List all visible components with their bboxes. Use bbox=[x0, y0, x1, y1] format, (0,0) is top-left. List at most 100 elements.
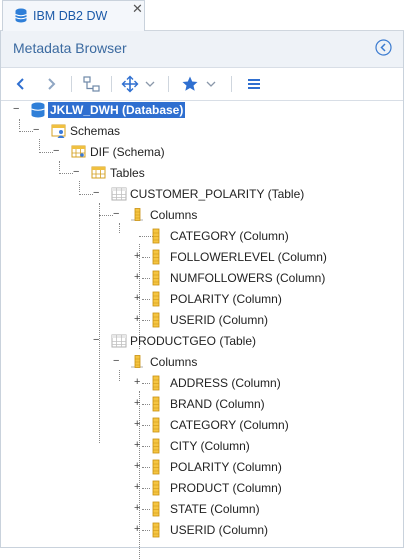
column-label: USERID (Column) bbox=[170, 523, 269, 537]
toolbar bbox=[1, 67, 403, 101]
toolbar-separator bbox=[168, 76, 169, 92]
close-icon[interactable]: ✕ bbox=[132, 2, 143, 16]
tree-node-column[interactable]: + POLARITY (Column) bbox=[1, 458, 403, 476]
column-label: POLARITY (Column) bbox=[170, 460, 282, 474]
column-label: BRAND (Column) bbox=[170, 397, 265, 411]
tree-connector bbox=[142, 404, 150, 405]
collapse-panel-icon[interactable] bbox=[375, 39, 392, 56]
column-icon bbox=[152, 270, 160, 286]
expand-toggle-icon[interactable]: + bbox=[134, 418, 140, 430]
tree-connector bbox=[142, 425, 150, 426]
tree-connector bbox=[79, 194, 93, 195]
hierarchy-icon[interactable] bbox=[83, 75, 101, 93]
expand-toggle-icon[interactable]: + bbox=[134, 460, 140, 472]
column-label: POLARITY (Column) bbox=[170, 292, 282, 306]
schema-label: DIF (Schema) bbox=[90, 145, 165, 159]
collapse-toggle-icon[interactable]: − bbox=[53, 145, 59, 157]
tree-node-tables[interactable]: − Tables bbox=[1, 164, 403, 182]
column-label: CITY (Column) bbox=[170, 439, 250, 453]
toolbar-separator bbox=[71, 76, 72, 92]
table-icon bbox=[111, 334, 127, 348]
collapse-toggle-icon[interactable]: − bbox=[13, 103, 19, 115]
table-label: PRODUCTGEO (Table) bbox=[130, 334, 257, 348]
collapse-toggle-icon[interactable]: − bbox=[113, 355, 119, 367]
database-icon bbox=[31, 102, 45, 118]
column-label: NUMFOLLOWERS (Column) bbox=[170, 271, 326, 285]
tree-connector bbox=[19, 131, 33, 132]
tree-node-column[interactable]: + POLARITY (Column) bbox=[1, 290, 403, 308]
columns-label: Columns bbox=[150, 355, 198, 369]
tables-folder-icon bbox=[91, 166, 106, 179]
expand-toggle-icon[interactable]: + bbox=[134, 292, 140, 304]
table-label: CUSTOMER_POLARITY (Table) bbox=[130, 187, 305, 201]
tree-node-column[interactable]: + STATE (Column) bbox=[1, 500, 403, 518]
tree-node-schema[interactable]: − DIF (Schema) bbox=[1, 143, 403, 161]
tree-connector bbox=[142, 530, 150, 531]
tree-node-column[interactable]: + BRAND (Column) bbox=[1, 395, 403, 413]
tree-node-column[interactable]: + FOLLOWERLEVEL (Column) bbox=[1, 248, 403, 266]
move-icon[interactable] bbox=[121, 75, 139, 93]
chevron-down-icon[interactable] bbox=[206, 75, 216, 93]
column-label: USERID (Column) bbox=[170, 313, 269, 327]
panel-title: Metadata Browser bbox=[13, 40, 127, 56]
expand-toggle-icon[interactable]: + bbox=[134, 481, 140, 493]
expand-toggle-icon[interactable]: + bbox=[134, 502, 140, 514]
column-label: PRODUCT (Column) bbox=[170, 481, 282, 495]
star-icon[interactable] bbox=[181, 75, 199, 93]
tree-node-table[interactable]: − CUSTOMER_POLARITY (Table) bbox=[1, 185, 403, 203]
collapse-toggle-icon[interactable]: − bbox=[33, 124, 39, 136]
menu-icon[interactable] bbox=[247, 75, 261, 93]
database-label: JKLW_DWH (Database) bbox=[48, 102, 186, 118]
expand-toggle-icon[interactable]: + bbox=[134, 376, 140, 388]
metadata-tree: − JKLW_DWH (Database) − Schemas − DIF (S… bbox=[1, 101, 403, 559]
columns-folder-icon bbox=[131, 208, 143, 221]
column-icon bbox=[152, 438, 160, 454]
tree-node-columns[interactable]: − Columns bbox=[1, 206, 403, 224]
database-icon bbox=[15, 8, 27, 23]
tree-node-column[interactable]: + PRODUCT (Column) bbox=[1, 479, 403, 497]
column-icon bbox=[152, 291, 160, 307]
forward-arrow-icon[interactable] bbox=[45, 75, 57, 93]
tree-node-column[interactable]: + CATEGORY (Column) bbox=[1, 416, 403, 434]
column-label: CATEGORY (Column) bbox=[170, 418, 289, 432]
tables-label: Tables bbox=[110, 166, 145, 180]
tree-node-column[interactable]: + USERID (Column) bbox=[1, 311, 403, 329]
expand-toggle-icon[interactable]: + bbox=[134, 271, 140, 283]
columns-folder-icon bbox=[131, 355, 143, 368]
expand-toggle-icon[interactable]: + bbox=[134, 250, 140, 262]
tree-node-columns[interactable]: − Columns bbox=[1, 353, 403, 371]
column-label: FOLLOWERLEVEL (Column) bbox=[170, 250, 327, 264]
toolbar-separator bbox=[111, 76, 112, 92]
column-icon bbox=[152, 480, 160, 496]
expand-toggle-icon[interactable]: + bbox=[134, 313, 140, 325]
tree-node-database[interactable]: − JKLW_DWH (Database) bbox=[1, 101, 403, 119]
tab-ibm-db2-dw[interactable]: IBM DB2 DW ✕ bbox=[2, 0, 145, 31]
column-icon bbox=[152, 249, 160, 265]
collapse-toggle-icon[interactable]: − bbox=[73, 166, 79, 178]
table-icon bbox=[111, 187, 127, 201]
tree-node-column[interactable]: + NUMFOLLOWERS (Column) bbox=[1, 269, 403, 287]
tree-connector bbox=[142, 257, 150, 258]
expand-toggle-icon[interactable]: + bbox=[134, 523, 140, 535]
column-label: ADDRESS (Column) bbox=[170, 376, 281, 390]
collapse-toggle-icon[interactable]: − bbox=[93, 334, 99, 346]
expand-toggle-icon[interactable]: + bbox=[134, 397, 140, 409]
schemas-label: Schemas bbox=[70, 124, 121, 138]
chevron-down-icon[interactable] bbox=[145, 75, 155, 93]
tree-connector bbox=[99, 215, 113, 216]
expand-toggle-icon[interactable]: + bbox=[134, 439, 140, 451]
back-arrow-icon[interactable] bbox=[15, 75, 27, 93]
column-label: CATEGORY (Column) bbox=[170, 229, 289, 243]
tree-connector bbox=[39, 152, 53, 153]
tree-connector bbox=[142, 509, 150, 510]
tree-node-schemas[interactable]: − Schemas bbox=[1, 122, 403, 140]
schemas-folder-icon bbox=[51, 124, 66, 138]
collapse-toggle-icon[interactable]: − bbox=[113, 208, 119, 220]
tree-node-column[interactable]: + CITY (Column) bbox=[1, 437, 403, 455]
collapse-toggle-icon[interactable]: − bbox=[93, 187, 99, 199]
tree-node-column[interactable]: + ADDRESS (Column) bbox=[1, 374, 403, 392]
tree-node-table[interactable]: − PRODUCTGEO (Table) bbox=[1, 332, 403, 350]
column-icon bbox=[152, 375, 160, 391]
tree-node-column[interactable]: + USERID (Column) bbox=[1, 521, 403, 539]
tree-node-column[interactable]: CATEGORY (Column) bbox=[1, 227, 403, 245]
